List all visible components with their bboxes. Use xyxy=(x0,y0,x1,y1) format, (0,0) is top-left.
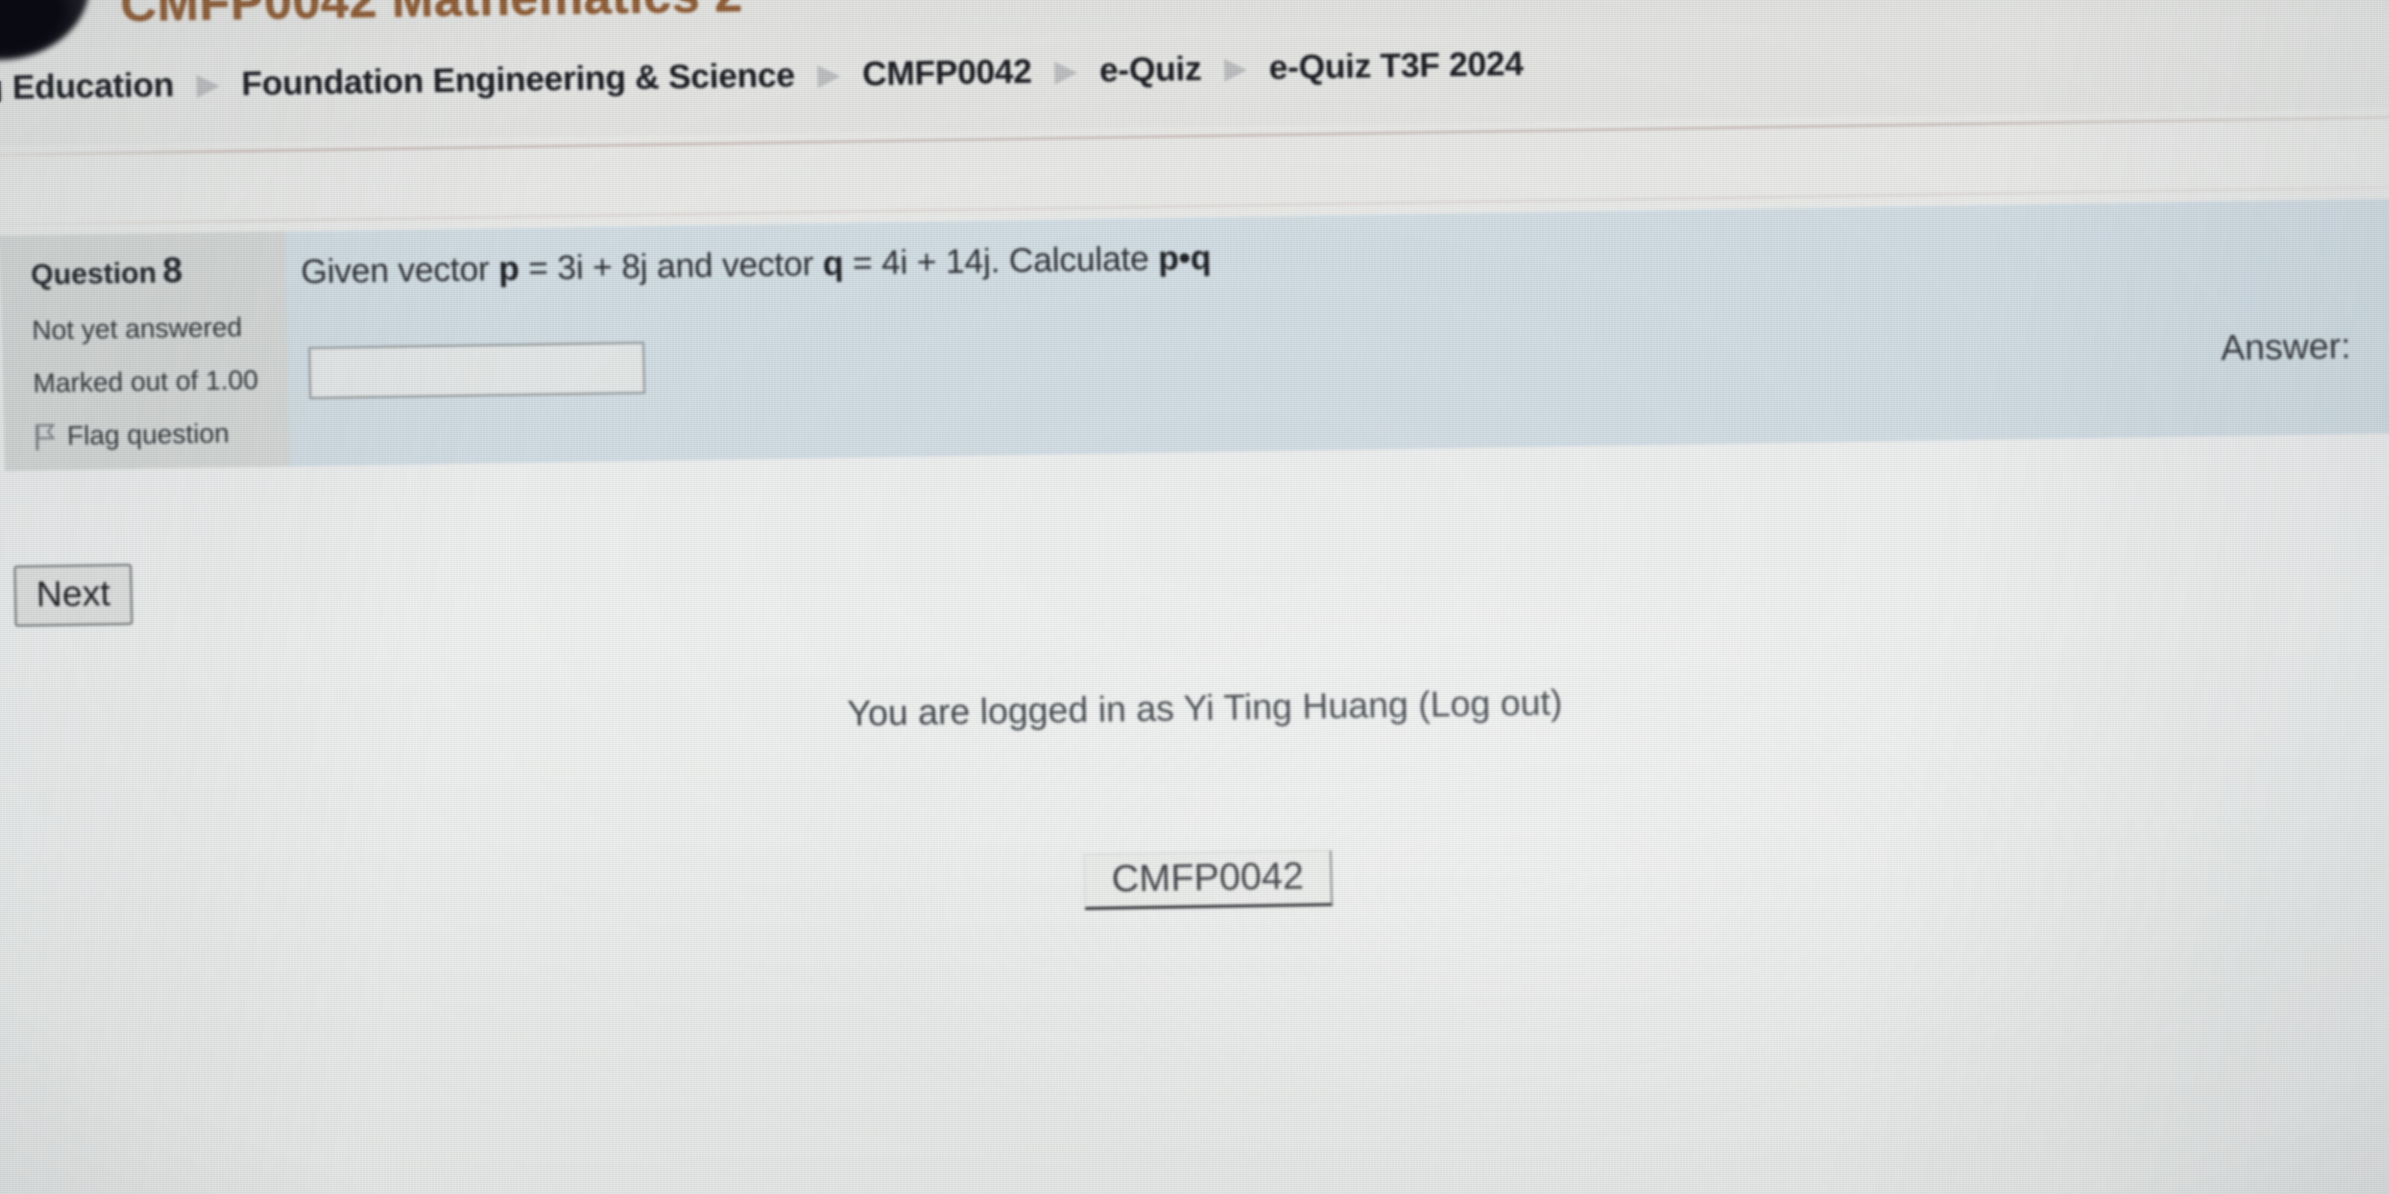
screenshot-root: CMFP0042 Mathematics 2 nuing Education ▶… xyxy=(0,0,2389,1194)
answer-input[interactable] xyxy=(308,341,646,400)
question-number-label: Question xyxy=(30,257,157,292)
course-footer-link-wrap: CMFP0042 xyxy=(0,832,2389,928)
question-number: Question 8 xyxy=(30,247,286,293)
chevron-right-icon: ▶ xyxy=(196,68,219,100)
flag-icon xyxy=(34,423,57,451)
question-block: Question 8 Not yet answered Marked out of… xyxy=(0,197,2389,471)
question-state: Not yet answered xyxy=(31,312,243,346)
page-title: CMFP0042 Mathematics 2 xyxy=(120,0,743,33)
chevron-right-icon: ▶ xyxy=(1054,54,1077,87)
question-text: Given vector p = 3i + 8j and vector q = … xyxy=(300,239,1211,292)
course-footer-link[interactable]: CMFP0042 xyxy=(1084,850,1333,910)
login-info[interactable]: You are logged in as Yi Ting Huang (Log … xyxy=(0,667,2389,749)
vector-q-symbol: q xyxy=(822,244,844,283)
next-question-answer-label: Answer: xyxy=(2220,324,2352,369)
chevron-right-icon: ▶ xyxy=(1224,52,1247,84)
vector-p-symbol: p xyxy=(498,249,520,289)
breadcrumb-item-continuing-education[interactable]: nuing Education xyxy=(0,66,174,109)
question-info-column: Question 8 Not yet answered Marked out of… xyxy=(0,231,290,471)
vector-p-value: = 3i + 8j and vector xyxy=(518,244,824,288)
breadcrumb-item-e-quiz[interactable]: e-Quiz xyxy=(1099,50,1202,91)
next-button[interactable]: Next xyxy=(13,563,133,627)
vector-q-value: = 4i + 14j. Calculate xyxy=(842,239,1159,283)
flag-question-button[interactable]: Flag question xyxy=(34,417,290,452)
breadcrumb-item-e-quiz-t3f-2024[interactable]: e-Quiz T3F 2024 xyxy=(1269,45,1524,88)
chevron-right-icon: ▶ xyxy=(817,58,840,91)
flag-question-label: Flag question xyxy=(66,418,230,451)
question-mark: Marked out of 1.00 xyxy=(32,364,259,399)
moodle-page: CMFP0042 Mathematics 2 nuing Education ▶… xyxy=(0,0,2389,1194)
breadcrumb-item-cmfp0042[interactable]: CMFP0042 xyxy=(862,53,1032,95)
dot-product-expression: p•q xyxy=(1157,238,1212,278)
question-text-lead: Given vector xyxy=(300,250,499,292)
question-number-value: 8 xyxy=(162,249,183,291)
question-body: Given vector p = 3i + 8j and vector q = … xyxy=(300,197,2389,466)
